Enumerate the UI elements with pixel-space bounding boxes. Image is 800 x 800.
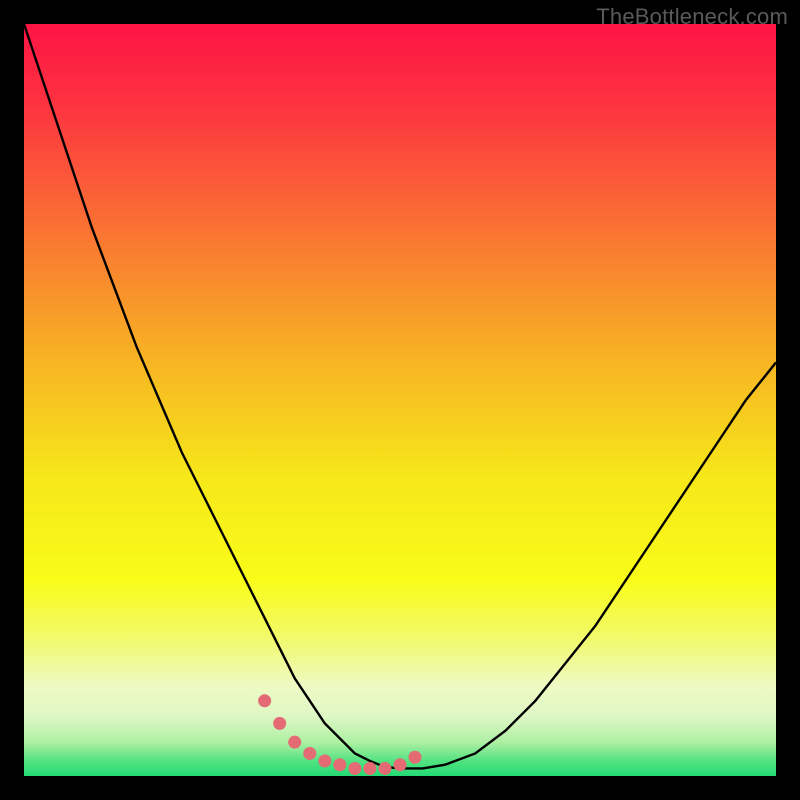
curve-marker <box>288 736 301 749</box>
curve-marker <box>348 762 361 775</box>
curve-marker <box>363 762 376 775</box>
curve-marker <box>273 717 286 730</box>
bottleneck-curve <box>24 24 776 776</box>
curve-marker <box>303 747 316 760</box>
curve-markers <box>258 694 421 775</box>
curve-marker <box>318 754 331 767</box>
watermark-text: TheBottleneck.com <box>596 4 788 30</box>
plot-area <box>24 24 776 776</box>
chart-frame: TheBottleneck.com <box>0 0 800 800</box>
curve-marker <box>333 758 346 771</box>
curve-marker <box>258 694 271 707</box>
curve-marker <box>394 758 407 771</box>
curve-marker <box>378 762 391 775</box>
curve-line <box>24 24 776 768</box>
curve-marker <box>409 751 422 764</box>
